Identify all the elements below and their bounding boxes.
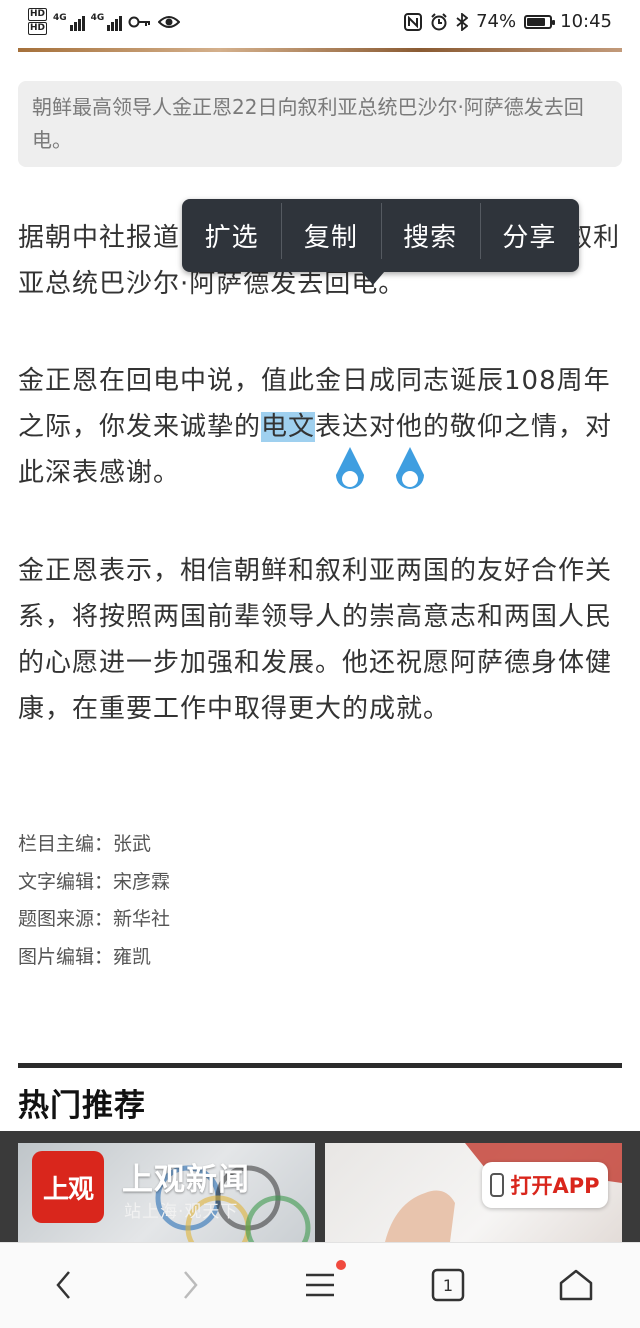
selected-text[interactable]: 电文 [261,412,316,442]
signal-icon: 4G [53,13,85,31]
back-icon [56,1271,70,1299]
article-paragraph-2: 金正恩在回电中说，值此金日成同志诞辰108周年之际，你发来诚挚的电文表达对他的敬… [18,366,613,488]
forward-button[interactable] [166,1261,214,1309]
back-button[interactable] [40,1261,88,1309]
app-slogan: 站上海·观天下 [124,1202,239,1222]
signal-icon: 4G [91,13,123,31]
bluetooth-icon [456,12,469,31]
top-image-edge [18,48,622,52]
section-divider [18,1063,622,1068]
home-icon [559,1269,593,1301]
eye-icon [158,16,181,28]
copy-button[interactable]: 复制 [281,203,380,259]
battery-percent: 74% [476,11,517,32]
notification-dot [336,1260,346,1270]
hd-icon: HD HD [28,8,48,35]
image-caption: 朝鲜最高领导人金正恩22日向叙利亚总统巴沙尔·阿萨德发去回电。 [18,81,622,167]
text-selection-menu: 扩选 复制 搜索 分享 [182,199,579,272]
browser-bottom-nav: 1 [0,1242,640,1328]
phone-icon [490,1173,505,1197]
menu-icon [306,1273,334,1297]
tabs-button[interactable]: 1 [424,1261,472,1309]
battery-icon [524,14,556,29]
clock: 10:45 [560,11,612,32]
article-paragraph-3: 金正恩表示，相信朝鲜和叙利亚两国的友好合作关系，将按照两国前辈领导人的崇高意志和… [18,556,613,724]
app-brand-name: 上观新闻 [122,1162,250,1198]
status-bar: HD HD 4G 4G 74% 10:45 [0,0,640,48]
hot-recommend-title: 热门推荐 [18,1088,146,1124]
credit-image-editor: 图片编辑：雍凯 [18,945,152,968]
home-button[interactable] [552,1261,600,1309]
tab-count: 1 [442,1275,454,1295]
nfc-icon [404,12,423,31]
key-icon [128,16,151,28]
article-credits: 栏目主编：张武 文字编辑：宋彦霖 题图来源：新华社 图片编辑：雍凯 [18,826,170,976]
menu-pointer [361,271,385,285]
shangguan-logo: 上观 [32,1151,104,1223]
credit-text-editor: 文字编辑：宋彦霖 [18,870,171,893]
open-app-button[interactable]: 打开APP [482,1162,608,1208]
share-button[interactable]: 分享 [479,203,579,259]
expand-selection-button[interactable]: 扩选 [182,217,281,254]
credit-editor: 栏目主编：张武 [18,833,152,855]
alarm-icon [431,12,447,30]
selection-start-handle[interactable] [333,447,367,495]
forward-icon [184,1271,198,1299]
selection-end-handle[interactable] [393,447,427,495]
credit-image-source: 题图来源：新华社 [18,908,171,930]
search-button[interactable]: 搜索 [380,203,480,259]
